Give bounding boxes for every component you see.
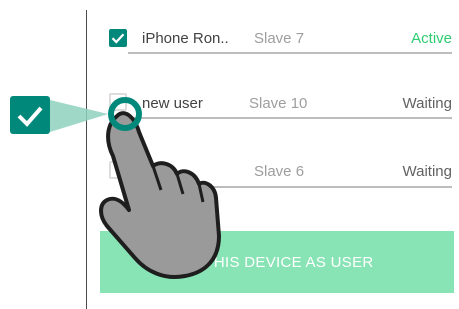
tap-hand-icon: [99, 97, 221, 279]
device-status: Waiting: [402, 163, 452, 180]
device-row[interactable]: iPhone Ron.. Slave 7 Active: [104, 17, 452, 61]
device-name: iPhone Ron..: [142, 30, 229, 47]
left-divider-line: [86, 10, 87, 309]
checkbox-checked-icon: [10, 96, 50, 134]
checkmark-icon: [17, 106, 43, 127]
device-slave: Slave 6: [254, 163, 305, 180]
device-status: Waiting: [402, 95, 452, 112]
row-divider: [128, 52, 452, 54]
checkmark-icon: [111, 33, 125, 44]
checkbox-checked[interactable]: [109, 29, 127, 47]
device-slave: Slave 10: [249, 95, 308, 112]
device-slave: Slave 7: [254, 30, 305, 47]
device-status: Active: [411, 30, 452, 47]
